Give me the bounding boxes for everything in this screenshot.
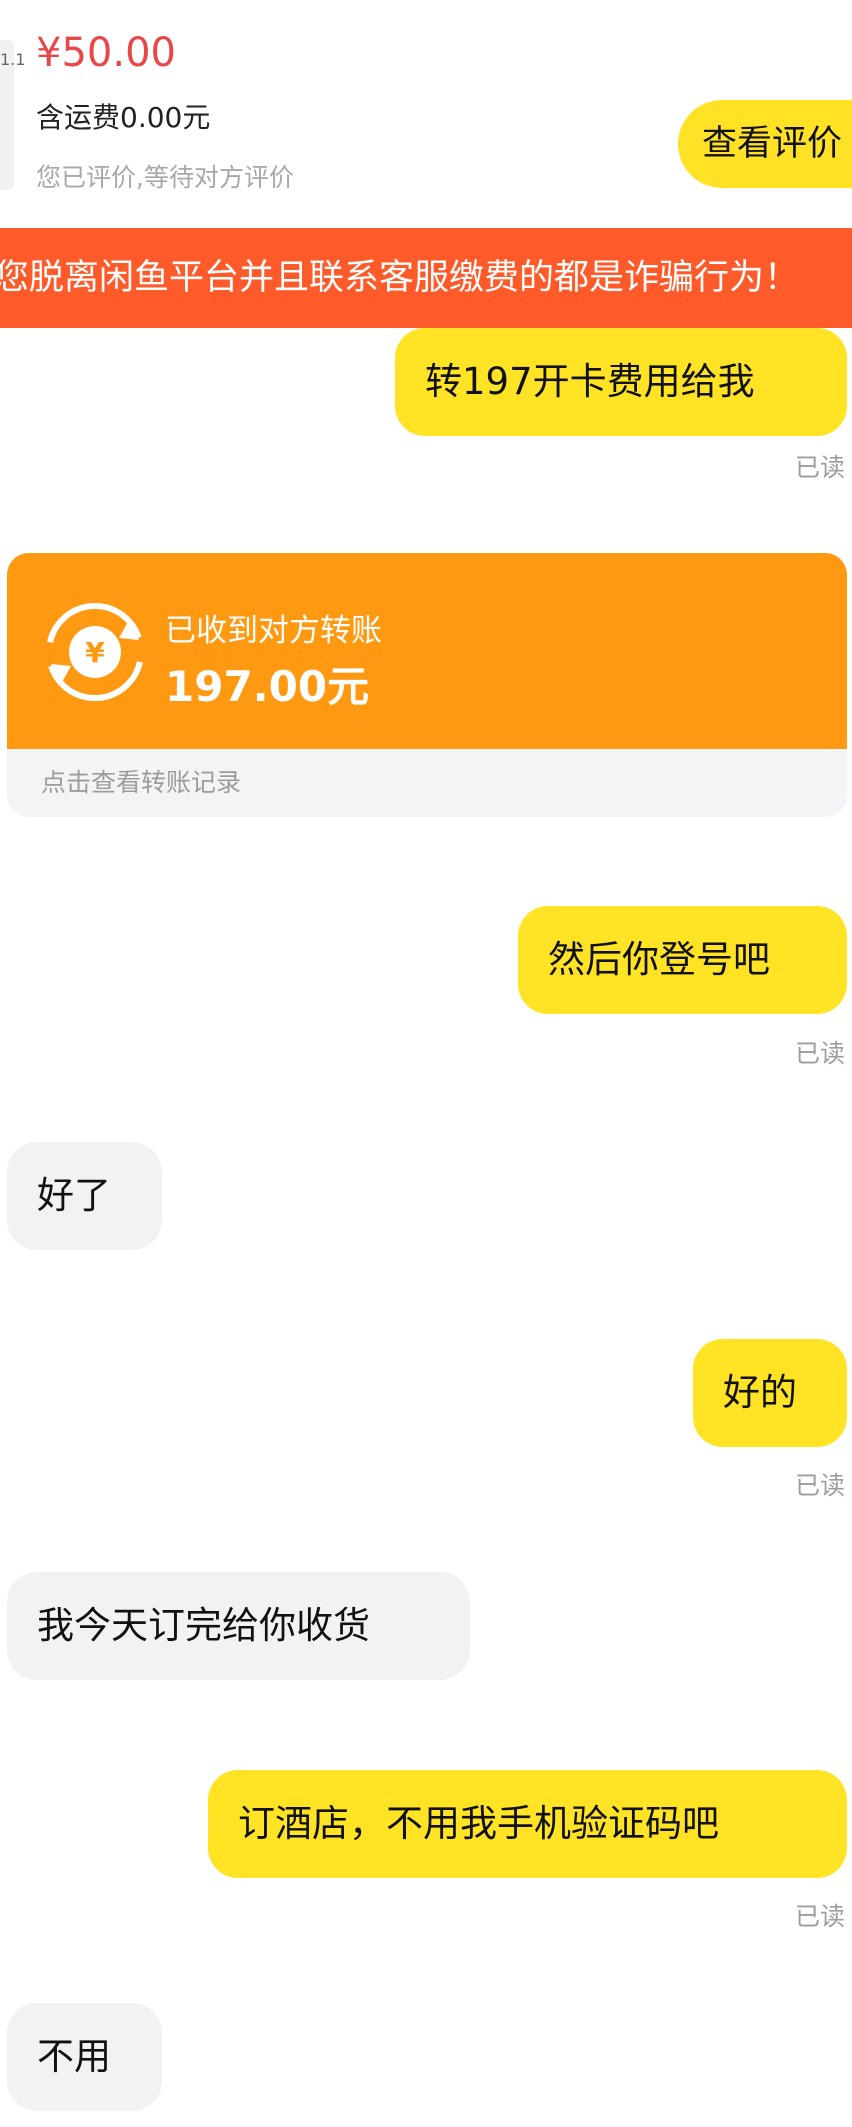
message-text: 然后你登号吧 (548, 938, 770, 981)
shipping-fee: 含运费0.00元 (36, 101, 211, 134)
read-receipt: 已读 (795, 453, 846, 482)
incoming-message[interactable]: 好了 (7, 1142, 162, 1250)
transfer-amount: 197.00元 (165, 662, 370, 711)
view-review-button[interactable]: 查看评价 (677, 100, 852, 188)
message-text: 好的 (723, 1371, 797, 1414)
view-transfer-records-link[interactable]: 点击查看转账记录 (41, 763, 241, 799)
transfer-card[interactable]: ¥ 已收到对方转账 197.00元 点击查看转账记录 (7, 553, 847, 817)
read-receipt: 已读 (795, 1039, 846, 1068)
transfer-card-header: ¥ 已收到对方转账 197.00元 (7, 553, 847, 749)
outgoing-message[interactable]: 好的 (693, 1339, 847, 1447)
incoming-message[interactable]: 我今天订完给你收货 (7, 1572, 470, 1680)
read-receipt: 已读 (795, 1902, 846, 1931)
transfer-title: 已收到对方转账 (165, 613, 382, 649)
order-status: 您已评价,等待对方评价 (36, 163, 294, 192)
message-text: 不用 (37, 2035, 111, 2078)
message-text: 订酒店，不用我手机验证码吧 (238, 1802, 719, 1845)
order-price: ¥50.00 (36, 30, 176, 76)
thumbnail-tag: 1.1 (0, 50, 26, 69)
yen-exchange-icon: ¥ (46, 603, 144, 701)
outgoing-message[interactable]: 然后你登号吧 (518, 906, 847, 1014)
incoming-message[interactable]: 不用 (7, 2003, 162, 2111)
order-card[interactable]: 1.1 ¥50.00 含运费0.00元 您已评价,等待对方评价 查看评价 (0, 0, 852, 228)
fraud-warning-banner: 您脱离闲鱼平台并且联系客服缴费的都是诈骗行为！ (0, 228, 852, 328)
outgoing-message[interactable]: 订酒店，不用我手机验证码吧 (208, 1770, 847, 1878)
message-text: 我今天订完给你收货 (37, 1604, 370, 1647)
outgoing-message[interactable]: 转197开卡费用给我 (395, 328, 847, 436)
read-receipt: 已读 (795, 1471, 846, 1500)
message-text: 好了 (37, 1174, 111, 1217)
message-text: 转197开卡费用给我 (425, 360, 755, 403)
svg-text:¥: ¥ (85, 636, 105, 669)
